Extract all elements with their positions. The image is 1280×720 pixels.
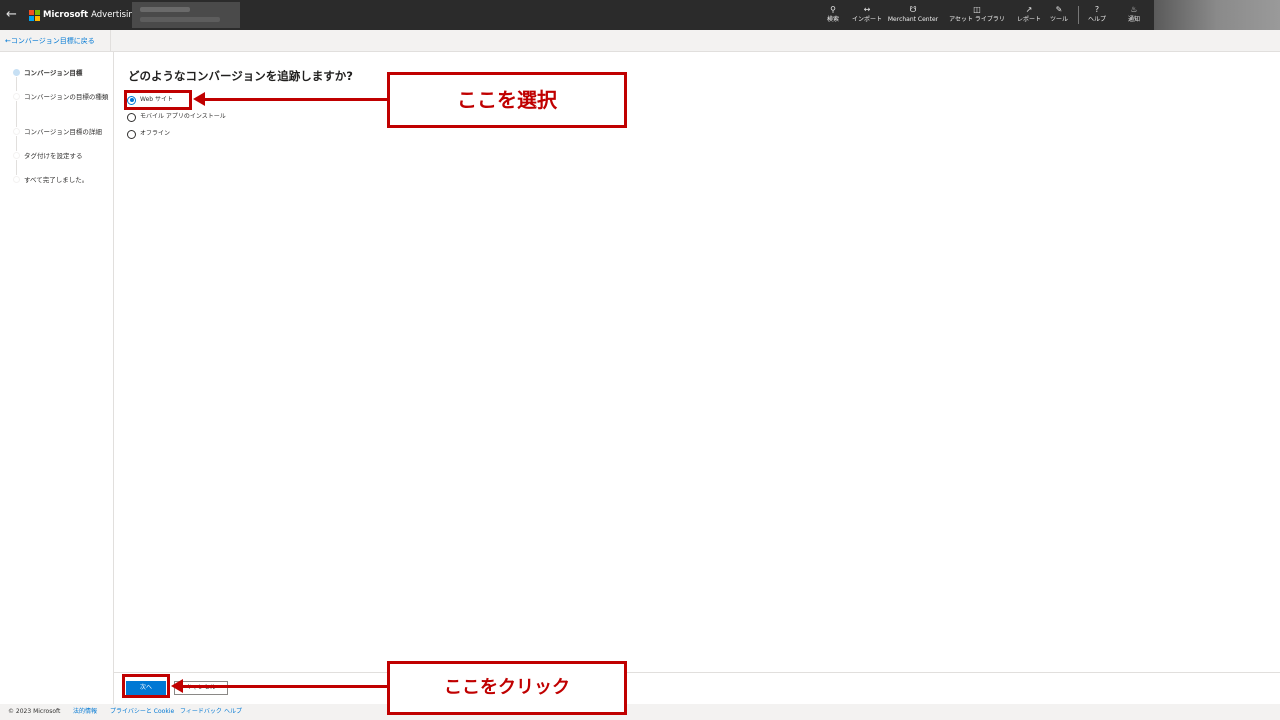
option-label: オフライン	[140, 130, 171, 137]
step-connector	[16, 77, 17, 91]
step-indicator	[13, 152, 20, 159]
tool-merchant-center[interactable]: ☋ Merchant Center	[886, 4, 940, 28]
radio-button[interactable]	[127, 112, 136, 122]
step-indicator	[13, 176, 20, 183]
step-label: すべて完了しました。	[24, 176, 89, 184]
subbar-divider	[110, 30, 111, 52]
wizard-action-bar: 次へ キャンセル	[114, 672, 1280, 704]
step-indicator	[13, 128, 20, 135]
step-conversion-goal: コンバージョン目標	[0, 68, 114, 92]
callout-click-here: ここをクリック	[387, 661, 627, 715]
tool-import[interactable]: ↔ インポート	[848, 4, 886, 28]
top-nav-bar: ← Microsoft Advertising ⚲ 検索 ↔ インポート ☋ Me…	[0, 0, 1280, 30]
step-all-done: すべて完了しました。	[0, 175, 114, 195]
report-icon: ↗	[1025, 5, 1033, 14]
footer-link-feedback[interactable]: フィードバック	[180, 707, 222, 717]
option-mobile-app-install[interactable]: モバイル アプリのインストール	[127, 111, 226, 123]
tool-label: レポート	[1016, 16, 1041, 23]
option-label: モバイル アプリのインストール	[140, 113, 226, 120]
highlight-box-next-button	[122, 674, 170, 698]
highlight-box-website-option	[124, 90, 192, 110]
footer-link-help[interactable]: ヘルプ	[224, 707, 242, 717]
bell-icon: ♨	[1130, 5, 1138, 14]
search-icon: ⚲	[830, 5, 836, 14]
callout-select-here: ここを選択	[387, 72, 627, 128]
wrench-icon: ✎	[1055, 5, 1063, 14]
annotation-arrow-head-icon	[171, 679, 183, 693]
tool-label: アセット ライブラリ	[949, 16, 1005, 23]
step-goal-details: コンバージョン目標の詳細	[0, 127, 114, 151]
help-icon: ?	[1094, 5, 1100, 14]
tool-label: 検索	[826, 16, 839, 23]
tool-asset-library[interactable]: ◫ アセット ライブラリ	[943, 4, 1011, 28]
step-label: コンバージョン目標	[24, 69, 83, 77]
toolbar-divider	[1078, 6, 1079, 24]
footer-copyright: © 2023 Microsoft	[8, 708, 61, 715]
annotation-arrow-shaft	[182, 685, 388, 688]
main-content: どのようなコンバージョンを追跡しますか? Web サイト モバイル アプリのイン…	[114, 52, 1280, 672]
footer-link-privacy[interactable]: プライバシーと Cookie	[110, 707, 174, 717]
page-title: どのようなコンバージョンを追跡しますか?	[128, 69, 353, 83]
footer-link-legal[interactable]: 法的情報	[73, 707, 97, 717]
back-link-bar: ←コンバージョン目標に戻る	[0, 30, 1280, 52]
step-connector	[16, 136, 17, 151]
import-icon: ↔	[863, 5, 871, 14]
step-label: コンバージョンの目標の種類	[24, 93, 109, 101]
page-footer: © 2023 Microsoft 法的情報 プライバシーと Cookie フィー…	[0, 704, 1280, 720]
step-label: コンバージョン目標の詳細	[24, 128, 102, 136]
tool-label: Merchant Center	[887, 16, 939, 23]
option-offline[interactable]: オフライン	[127, 128, 170, 140]
back-link-label: コンバージョン目標に戻る	[10, 37, 95, 45]
step-indicator-active	[13, 69, 20, 76]
user-profile-redacted[interactable]	[1154, 0, 1280, 30]
account-name-redacted	[140, 7, 190, 12]
account-selector[interactable]	[132, 2, 240, 28]
wizard-stepper: コンバージョン目標 コンバージョンの目標の種類 コンバージョン目標の詳細 タグ付…	[0, 52, 114, 704]
back-arrow-icon[interactable]: ←	[6, 7, 20, 23]
step-connector	[16, 101, 17, 127]
annotation-arrow-shaft	[204, 98, 388, 101]
step-connector	[16, 160, 17, 175]
product-brand[interactable]: Microsoft Advertising	[43, 9, 139, 21]
tool-label: 通知	[1127, 16, 1140, 23]
tool-report[interactable]: ↗ レポート	[1015, 4, 1043, 28]
tool-label: ツール	[1049, 16, 1068, 23]
step-goal-type: コンバージョンの目標の種類	[0, 92, 114, 128]
step-tagging: タグ付けを設定する	[0, 151, 114, 175]
account-id-redacted	[140, 17, 220, 22]
brand-name: Microsoft	[43, 10, 89, 20]
tool-label: インポート	[851, 16, 882, 23]
step-label: タグ付けを設定する	[24, 152, 83, 160]
tool-tools[interactable]: ✎ ツール	[1046, 4, 1072, 28]
tool-notifications[interactable]: ♨ 通知	[1122, 4, 1146, 28]
annotation-arrow-head-icon	[193, 92, 205, 106]
radio-button[interactable]	[127, 129, 136, 139]
tool-label: ヘルプ	[1087, 16, 1106, 23]
back-to-conversion-goals-link[interactable]: ←コンバージョン目標に戻る	[5, 36, 95, 46]
cart-icon: ☋	[909, 5, 917, 14]
tool-help[interactable]: ? ヘルプ	[1084, 4, 1110, 28]
asset-library-icon: ◫	[973, 5, 981, 14]
tool-search[interactable]: ⚲ 検索	[820, 4, 846, 28]
microsoft-logo-icon	[29, 10, 40, 21]
